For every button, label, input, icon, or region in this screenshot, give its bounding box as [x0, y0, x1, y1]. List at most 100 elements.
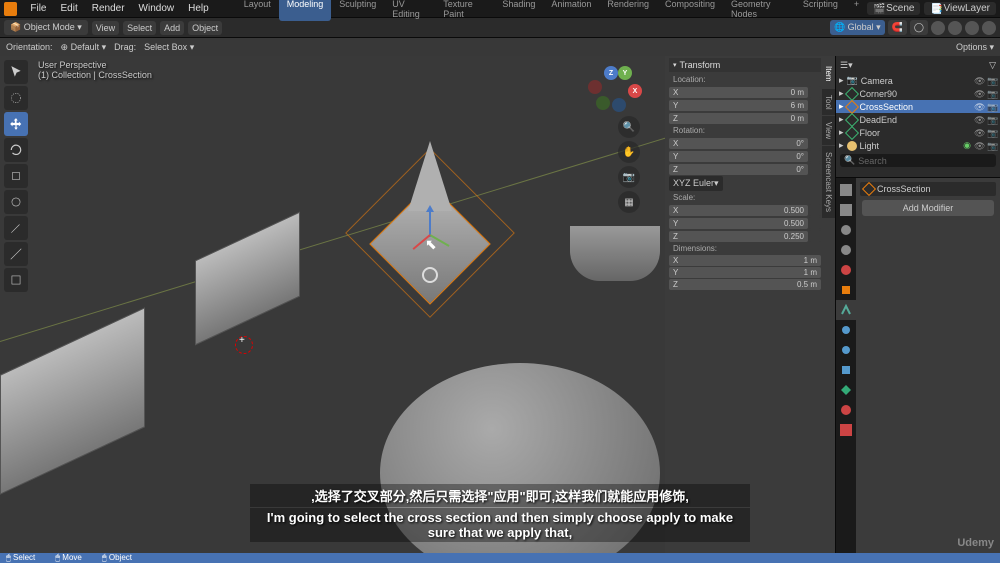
nav-zoom-icon[interactable]: 🔍: [618, 116, 640, 138]
shading-wireframe[interactable]: [931, 21, 945, 35]
scale-y[interactable]: Y0.500: [669, 218, 808, 229]
render-icon[interactable]: 📷: [987, 141, 997, 151]
scale-z[interactable]: Z0.250: [669, 231, 808, 242]
gizmo-nz-icon[interactable]: [612, 98, 626, 112]
eye-icon[interactable]: 👁: [974, 141, 984, 151]
proptab-data[interactable]: [836, 380, 856, 400]
gizmo-ny-icon[interactable]: [596, 96, 610, 110]
shading-rendered[interactable]: [982, 21, 996, 35]
menu-help[interactable]: Help: [181, 3, 216, 14]
tab-layout[interactable]: Layout: [236, 0, 279, 21]
options-dropdown[interactable]: Options ▾: [956, 42, 994, 53]
lock-icon[interactable]: [809, 163, 821, 175]
gizmo-nx-icon[interactable]: [588, 80, 602, 94]
proptab-viewlayer[interactable]: [836, 220, 856, 240]
gizmo-z-icon[interactable]: Z: [604, 66, 618, 80]
header-add[interactable]: Add: [160, 21, 184, 35]
render-icon[interactable]: 📷: [987, 102, 997, 112]
filter-icon[interactable]: ▽: [989, 60, 996, 71]
dim-y[interactable]: Y1 m: [669, 267, 821, 278]
tab-uvediting[interactable]: UV Editing: [384, 0, 435, 21]
outliner-light[interactable]: ▸Light◉👁📷: [836, 139, 1000, 152]
outliner-camera[interactable]: ▸📷Camera👁📷: [836, 74, 1000, 87]
tab-scripting[interactable]: Scripting: [795, 0, 846, 21]
tool-rotate[interactable]: [4, 138, 28, 162]
menu-window[interactable]: Window: [132, 3, 182, 14]
tool-measure[interactable]: [4, 242, 28, 266]
lock-icon[interactable]: [809, 217, 821, 229]
proptab-modifier[interactable]: [836, 300, 856, 320]
menu-edit[interactable]: Edit: [54, 3, 85, 14]
scale-x[interactable]: X0.500: [669, 205, 808, 216]
lock-icon[interactable]: [809, 112, 821, 124]
shading-solid[interactable]: [948, 21, 962, 35]
proptab-object[interactable]: [836, 280, 856, 300]
mesh-corner[interactable]: [195, 212, 300, 346]
proptab-physics[interactable]: [836, 340, 856, 360]
tab-compositing[interactable]: Compositing: [657, 0, 723, 21]
outliner-corner90[interactable]: ▸Corner90👁📷: [836, 87, 1000, 100]
dim-z[interactable]: Z0.5 m: [669, 279, 821, 290]
header-view[interactable]: View: [92, 21, 119, 35]
proptab-scene[interactable]: [836, 240, 856, 260]
sidetab-view[interactable]: View: [822, 116, 835, 145]
header-select[interactable]: Select: [123, 21, 156, 35]
proptab-material[interactable]: [836, 400, 856, 420]
menu-file[interactable]: File: [23, 3, 53, 14]
outliner-crosssection[interactable]: ▸CrossSection👁📷: [836, 100, 1000, 113]
rotation-mode[interactable]: XYZ Euler▾: [669, 176, 723, 191]
nav-pan-icon[interactable]: ✋: [618, 141, 640, 163]
outliner-editor-icon[interactable]: ☰▾: [840, 60, 853, 71]
eye-icon[interactable]: 👁: [974, 102, 984, 112]
nav-gizmo[interactable]: Z Y X: [592, 66, 640, 114]
proptab-output[interactable]: [836, 200, 856, 220]
tool-annotate[interactable]: [4, 216, 28, 240]
lock-icon[interactable]: [809, 150, 821, 162]
eye-icon[interactable]: 👁: [974, 128, 984, 138]
menu-render[interactable]: Render: [85, 3, 132, 14]
tool-addcube[interactable]: [4, 268, 28, 292]
tab-geonodes[interactable]: Geometry Nodes: [723, 0, 795, 21]
mode-selector[interactable]: 📦 Object Mode ▾: [4, 20, 88, 35]
tab-add[interactable]: +: [846, 0, 867, 21]
shading-matpreview[interactable]: [965, 21, 979, 35]
transform-header[interactable]: Transform: [669, 58, 821, 72]
tool-select[interactable]: [4, 60, 28, 84]
nav-persp-icon[interactable]: ▦: [618, 191, 640, 213]
lock-icon[interactable]: [809, 137, 821, 149]
eye-icon[interactable]: 👁: [974, 115, 984, 125]
dim-x[interactable]: X1 m: [669, 255, 821, 266]
lock-icon[interactable]: [809, 204, 821, 216]
drag-dropdown[interactable]: Select Box ▾: [144, 42, 194, 53]
tool-cursor[interactable]: [4, 86, 28, 110]
proportional-toggle[interactable]: ◯: [910, 20, 928, 35]
proptab-texture[interactable]: [836, 420, 856, 440]
tool-scale[interactable]: [4, 164, 28, 188]
rot-x[interactable]: X0°: [669, 138, 808, 149]
proptab-constraint[interactable]: [836, 360, 856, 380]
proptab-world[interactable]: [836, 260, 856, 280]
tab-rendering[interactable]: Rendering: [599, 0, 657, 21]
tab-animation[interactable]: Animation: [543, 0, 599, 21]
lock-icon[interactable]: [809, 86, 821, 98]
orientation-dropdown[interactable]: ⊕ Default ▾: [61, 42, 107, 53]
outliner-deadend[interactable]: ▸DeadEnd👁📷: [836, 113, 1000, 126]
tab-sculpting[interactable]: Sculpting: [331, 0, 384, 21]
render-icon[interactable]: 📷: [987, 115, 997, 125]
loc-x[interactable]: X0 m: [669, 87, 808, 98]
loc-y[interactable]: Y6 m: [669, 100, 808, 111]
outliner-search[interactable]: 🔍Search: [840, 154, 996, 167]
property-objectname[interactable]: CrossSection: [860, 182, 996, 196]
tab-shading[interactable]: Shading: [494, 0, 543, 21]
tab-texturepaint[interactable]: Texture Paint: [435, 0, 494, 21]
rot-z[interactable]: Z0°: [669, 164, 808, 175]
render-icon[interactable]: 📷: [987, 76, 997, 86]
render-icon[interactable]: 📷: [987, 128, 997, 138]
gizmo-y-icon[interactable]: Y: [618, 66, 632, 80]
mesh-piece[interactable]: [570, 226, 660, 281]
sidetab-item[interactable]: Item: [822, 60, 835, 88]
sidetab-screencast[interactable]: Screencast Keys: [822, 146, 835, 218]
lock-icon[interactable]: [809, 230, 821, 242]
lock-icon[interactable]: [809, 99, 821, 111]
nav-camera-icon[interactable]: 📷: [618, 166, 640, 188]
